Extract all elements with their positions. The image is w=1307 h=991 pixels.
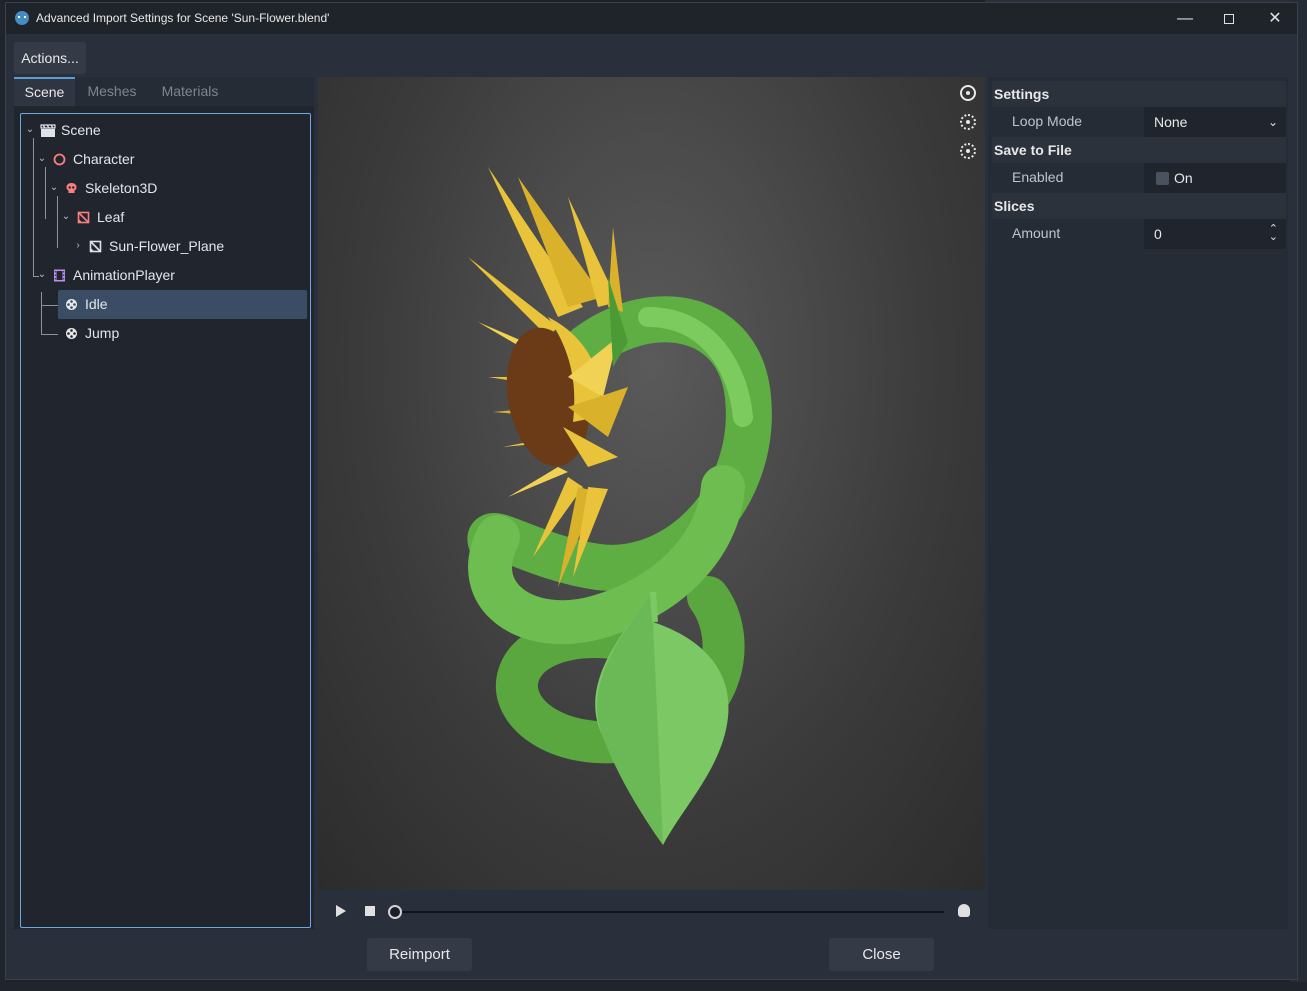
chevron-down-icon[interactable]: ⌄ [61,211,71,223]
tab-scene[interactable]: Scene [14,77,75,106]
tree-item-label: Scene [61,122,101,138]
section-title: Slices [994,198,1035,214]
minimize-icon: — [1177,10,1193,27]
spinner-arrows-icon[interactable]: ⌃ ⌄ [1269,224,1278,243]
window-close-button[interactable]: ✕ [1252,3,1298,34]
tree-item-scene[interactable]: ⌄ Scene [21,116,308,145]
section-title: Settings [994,86,1050,102]
property-amount: Amount 0 ⌃ ⌄ [992,219,1286,249]
close-button[interactable]: Close [829,938,934,971]
sunflower-model [467,167,772,845]
background-editor-bottom [0,982,1307,991]
tree-item-label: Idle [85,296,108,312]
section-slices[interactable]: Slices [992,193,1286,219]
property-label: Loop Mode [1012,113,1083,129]
tree-item-label: Sun-Flower_Plane [109,238,225,254]
clapperboard-icon [40,124,56,137]
chevron-down-icon[interactable]: ⌄ [37,269,47,281]
tree-item-animationplayer[interactable]: ⌄ AnimationPlayer [21,261,308,290]
tree-item-label: AnimationPlayer [73,267,175,283]
section-save-to-file[interactable]: Save to File [992,137,1286,163]
mesh-instance-icon [77,211,90,224]
tab-bar: Scene Meshes Materials [14,77,314,106]
tree-item-label: Character [73,151,135,167]
chevron-down-icon[interactable]: ⌄ [49,182,59,194]
chevron-right-icon[interactable]: › [73,240,83,252]
timeline-handle[interactable] [388,905,402,919]
tab-materials[interactable]: Materials [151,77,229,106]
window-title: Advanced Import Settings for Scene 'Sun-… [36,11,330,25]
section-title: Save to File [994,142,1072,158]
light-2-icon[interactable] [960,143,976,159]
skeleton-toggle-icon[interactable] [958,904,970,917]
maximize-button[interactable] [1206,3,1252,34]
property-label: Enabled [1012,169,1064,185]
animation-player-icon [54,269,65,282]
minimize-button[interactable]: — [1162,3,1208,34]
amount-spinbox[interactable]: 0 ⌃ ⌄ [1144,219,1286,249]
property-loop-mode: Loop Mode None ⌄ [992,107,1286,137]
tree-item-label: Leaf [97,209,125,225]
reimport-button[interactable]: Reimport [367,938,472,971]
property-label: Amount [1012,225,1061,241]
tree-item-sun-flower-plane[interactable]: › Sun-Flower_Plane [21,232,308,261]
node3d-icon [53,153,66,166]
import-settings-inspector: Settings Loop Mode None ⌄ Save to File E… [988,77,1288,929]
animation-icon [66,328,77,339]
scene-tree: ⌄ Scene ⌄ Character ⌄ Skeleton3D ⌄ Leaf … [20,113,311,928]
light-1-icon[interactable] [960,114,976,130]
3d-preview-viewport[interactable] [318,77,985,890]
animation-icon [66,299,77,310]
maximize-icon [1224,13,1234,24]
tree-item-skeleton3d[interactable]: ⌄ Skeleton3D [21,174,308,203]
chevron-down-icon: ⌄ [1267,115,1278,129]
mesh-instance-icon [89,240,102,253]
tree-item-jump[interactable]: Jump [21,319,308,348]
tree-item-label: Skeleton3D [85,180,158,196]
actions-menu-button[interactable]: Actions... [14,42,86,74]
tab-meshes[interactable]: Meshes [80,77,144,106]
section-settings[interactable]: Settings [992,81,1286,107]
tree-item-label: Jump [85,325,120,341]
property-enabled: Enabled On [992,163,1286,193]
tree-item-character[interactable]: ⌄ Character [21,145,308,174]
import-dialog: Advanced Import Settings for Scene 'Sun-… [5,2,1298,980]
checkbox-label: On [1174,170,1193,186]
loop-mode-dropdown[interactable]: None ⌄ [1144,107,1286,137]
skeleton-icon [66,183,77,193]
chevron-down-icon[interactable]: ⌄ [25,124,35,136]
dropdown-value: None [1154,114,1188,130]
chevron-down-icon[interactable]: ⌄ [37,153,47,165]
tree-item-leaf[interactable]: ⌄ Leaf [21,203,308,232]
animation-playback-bar [318,893,985,929]
play-icon[interactable] [336,905,346,917]
checkbox-icon[interactable] [1156,172,1169,185]
scene-panel: Scene Meshes Materials ⌄ Scene ⌄ Charact… [14,77,314,929]
rotate-light-icon[interactable] [960,85,976,101]
enabled-checkbox[interactable]: On [1144,163,1286,193]
spinbox-value: 0 [1154,226,1162,242]
tree-item-idle[interactable]: Idle [21,290,308,319]
close-icon: ✕ [1268,10,1282,27]
animation-timeline-slider[interactable] [396,911,944,913]
title-bar: Advanced Import Settings for Scene 'Sun-… [6,3,1297,34]
godot-logo-icon [15,11,29,25]
stop-icon[interactable] [365,906,375,916]
